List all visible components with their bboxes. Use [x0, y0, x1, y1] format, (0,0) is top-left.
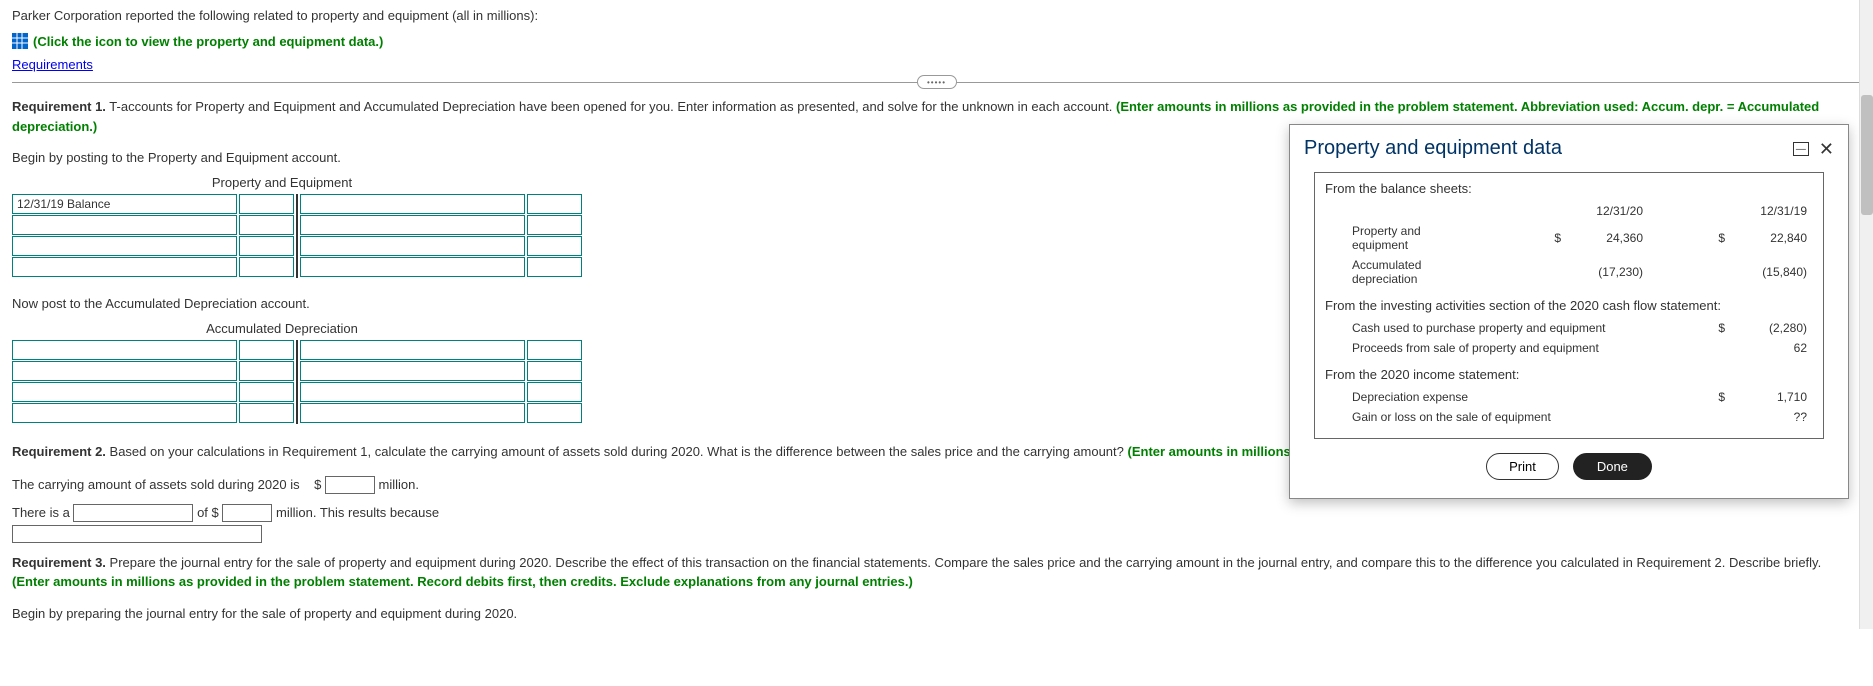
ad-credit-amt-4[interactable]	[527, 403, 582, 423]
requirement-3: Requirement 3. Prepare the journal entry…	[12, 553, 1861, 592]
col-2019: 12/31/19	[1731, 202, 1811, 220]
pe-credit-amt-3[interactable]	[527, 236, 582, 256]
req1-label: Requirement 1.	[12, 99, 106, 114]
row-ad-v2: (15,840)	[1731, 256, 1811, 288]
divider-handle[interactable]: •••••	[917, 75, 957, 89]
row-ad-label: Accumulated depreciation	[1327, 256, 1483, 288]
close-icon[interactable]: ✕	[1819, 140, 1834, 158]
ad-debit-amt-3[interactable]	[239, 382, 294, 402]
row-dep-v: 1,710	[1731, 388, 1811, 406]
pe-debit-desc-4[interactable]	[12, 257, 237, 277]
row-proceeds-v: 62	[1731, 339, 1811, 357]
ad-credit-amt-3[interactable]	[527, 382, 582, 402]
pe-credit-amt-4[interactable]	[527, 257, 582, 277]
row-pe-v2: 22,840	[1731, 222, 1811, 254]
ad-debit-desc-2[interactable]	[12, 361, 237, 381]
begin-journal-text: Begin by preparing the journal entry for…	[12, 606, 1861, 621]
req2-hint: (Enter amounts in millions a	[1128, 444, 1302, 459]
cur-pe-2: $	[1649, 222, 1729, 254]
ad-credit-desc-3[interactable]	[300, 382, 525, 402]
ad-credit-amt-2[interactable]	[527, 361, 582, 381]
pe-debit-amt-3[interactable]	[239, 236, 294, 256]
req2-text: Based on your calculations in Requiremen…	[106, 444, 1128, 459]
there-is-mid: of $	[197, 505, 219, 520]
pe-credit-desc-3[interactable]	[300, 236, 525, 256]
pe-credit-desc-2[interactable]	[300, 215, 525, 235]
pe-debit-desc-3[interactable]	[12, 236, 237, 256]
popup-title: Property and equipment data	[1304, 137, 1562, 160]
there-is-post: million. This results because	[276, 505, 439, 520]
done-button[interactable]: Done	[1573, 453, 1652, 480]
gain-loss-type-input[interactable]	[73, 504, 193, 522]
cur-dep: $	[1609, 388, 1729, 406]
ad-debit-amt-2[interactable]	[239, 361, 294, 381]
ad-credit-desc-2[interactable]	[300, 361, 525, 381]
print-button[interactable]: Print	[1486, 453, 1559, 480]
there-is-pre: There is a	[12, 505, 70, 520]
ad-debit-desc-4[interactable]	[12, 403, 237, 423]
gain-loss-amount-input[interactable]	[222, 504, 272, 522]
data-box: From the balance sheets: 12/31/20 12/31/1…	[1314, 172, 1824, 439]
ad-credit-amt-1[interactable]	[527, 340, 582, 360]
row-gain-label: Gain or loss on the sale of equipment	[1327, 408, 1607, 426]
row-pe-label: Property and equipment	[1327, 222, 1483, 254]
pe-debit-amt-4[interactable]	[239, 257, 294, 277]
pe-credit-amt-1[interactable]	[527, 194, 582, 214]
ad-account-title: Accumulated Depreciation	[12, 321, 552, 336]
data-popup: Property and equipment data — ✕ From the…	[1289, 124, 1849, 499]
pe-debit-amt-1[interactable]	[239, 194, 294, 214]
pe-balance-label: 12/31/19 Balance	[12, 194, 237, 214]
pe-credit-desc-4[interactable]	[300, 257, 525, 277]
pe-credit-desc-1[interactable]	[300, 194, 525, 214]
cur-pe-1: $	[1485, 222, 1565, 254]
col-2020: 12/31/20	[1567, 202, 1647, 220]
currency-1: $	[314, 477, 321, 492]
req3-label: Requirement 3.	[12, 555, 106, 570]
vertical-scrollbar[interactable]	[1859, 0, 1873, 629]
row-cash-v: (2,280)	[1731, 319, 1811, 337]
carrying-pre: The carrying amount of assets sold durin…	[12, 477, 300, 492]
ad-credit-desc-4[interactable]	[300, 403, 525, 423]
row-pe-v1: 24,360	[1567, 222, 1647, 254]
pe-account-title: Property and Equipment	[12, 175, 552, 190]
row-proceeds-label: Proceeds from sale of property and equip…	[1327, 339, 1647, 357]
ad-credit-desc-1[interactable]	[300, 340, 525, 360]
carrying-amount-input[interactable]	[325, 476, 375, 494]
explanation-input[interactable]	[12, 525, 262, 543]
balance-sheets-heading: From the balance sheets:	[1325, 181, 1813, 196]
pe-debit-amt-2[interactable]	[239, 215, 294, 235]
ad-debit-desc-3[interactable]	[12, 382, 237, 402]
req3-text: Prepare the journal entry for the sale o…	[106, 555, 1821, 570]
intro-text: Parker Corporation reported the followin…	[12, 8, 1861, 23]
row-ad-v1: (17,230)	[1567, 256, 1647, 288]
row-dep-label: Depreciation expense	[1327, 388, 1607, 406]
minimize-icon[interactable]: —	[1793, 142, 1809, 156]
view-data-link[interactable]: (Click the icon to view the property and…	[33, 34, 383, 49]
cur-cash: $	[1649, 319, 1729, 337]
ad-debit-amt-4[interactable]	[239, 403, 294, 423]
pe-credit-amt-2[interactable]	[527, 215, 582, 235]
carrying-post: million.	[379, 477, 419, 492]
data-table-icon[interactable]	[12, 33, 28, 49]
ad-debit-desc-1[interactable]	[12, 340, 237, 360]
row-cash-label: Cash used to purchase property and equip…	[1327, 319, 1647, 337]
investing-heading: From the investing activities section of…	[1325, 298, 1813, 313]
ad-debit-amt-1[interactable]	[239, 340, 294, 360]
income-heading: From the 2020 income statement:	[1325, 367, 1813, 382]
pe-debit-desc-2[interactable]	[12, 215, 237, 235]
scrollbar-thumb[interactable]	[1861, 95, 1873, 215]
req1-text: T-accounts for Property and Equipment an…	[106, 99, 1116, 114]
req2-label: Requirement 2.	[12, 444, 106, 459]
req3-hint: (Enter amounts in millions as provided i…	[12, 574, 913, 589]
requirements-link[interactable]: Requirements	[12, 57, 93, 72]
row-gain-v: ??	[1731, 408, 1811, 426]
